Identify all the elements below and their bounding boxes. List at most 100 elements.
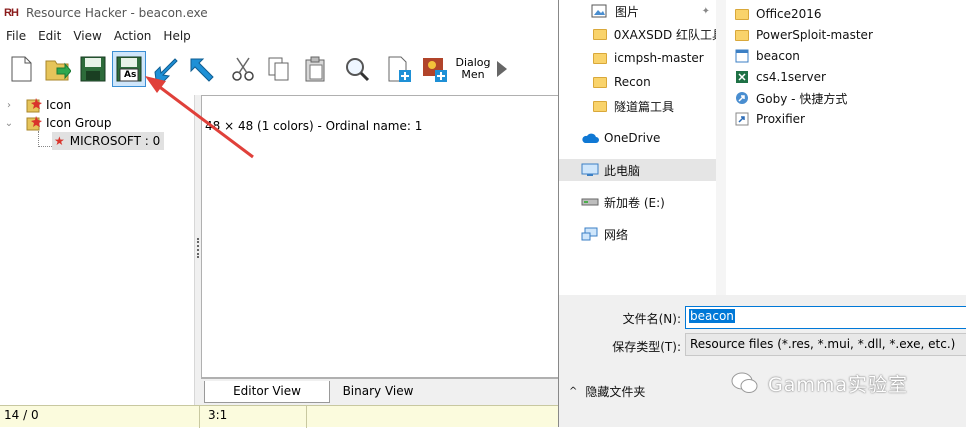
expand-arrow-icon[interactable]: › — [4, 100, 14, 111]
navigation-pane: 图片 ✦ 0XAXSDD 红队工具 icmpsh-master Recon 隧道… — [559, 0, 716, 295]
hide-folders-label: 隐藏文件夹 — [585, 385, 646, 399]
play-icon — [497, 61, 507, 77]
file-item-goby[interactable]: Goby - 快捷方式 — [735, 88, 847, 108]
nav-item-drive-e[interactable]: 新加卷 (E:) — [559, 191, 716, 213]
tab-editor-view[interactable]: Editor View — [204, 381, 330, 403]
tree-connector — [38, 131, 39, 147]
nav-item-label: 0XAXSDD 红队工具 — [613, 27, 716, 42]
dialog-menu-line2: Men — [461, 68, 485, 81]
nav-item-recon[interactable]: Recon — [559, 71, 716, 93]
editor-pane: 48 × 48 (1 colors) - Ordinal name: 1 — [201, 95, 560, 378]
menu-edit[interactable]: Edit — [32, 26, 67, 46]
menu-help[interactable]: Help — [157, 26, 196, 46]
file-item-label: cs4.1server — [756, 70, 826, 84]
filetype-select[interactable]: Resource files (*.res, *.mui, *.dll, *.e… — [685, 333, 966, 356]
file-item-label: Office2016 — [756, 7, 822, 21]
menu-action[interactable]: Action — [108, 26, 158, 46]
folder-icon — [593, 52, 607, 64]
drive-icon — [581, 198, 599, 206]
file-item-office2016[interactable]: Office2016 — [735, 4, 822, 24]
save-icon — [80, 56, 106, 82]
copy-button[interactable] — [262, 51, 296, 87]
filename-input[interactable]: beacon — [685, 306, 966, 329]
export-button[interactable] — [184, 51, 218, 87]
shortcut-icon — [735, 112, 749, 126]
window-title: Resource Hacker - beacon.exe — [26, 5, 208, 20]
file-item-label: PowerSploit-master — [756, 28, 873, 42]
file-item-label: Goby - 快捷方式 — [756, 91, 848, 106]
filetype-label: 保存类型(T): — [612, 340, 681, 354]
file-icon — [735, 49, 749, 63]
collapse-arrow-icon[interactable]: ⌄ — [4, 118, 14, 129]
filename-value: beacon — [689, 309, 735, 323]
watermark: Gamma实验室 — [730, 368, 966, 398]
nav-scrollbar[interactable] — [716, 0, 726, 295]
resource-folder-icon — [26, 98, 42, 113]
open-folder-icon — [45, 60, 71, 81]
save-button[interactable] — [76, 51, 110, 87]
nav-item-label: OneDrive — [604, 131, 661, 145]
nav-item-pictures[interactable]: 图片 ✦ — [559, 0, 716, 22]
add-image-resource-button[interactable] — [418, 51, 452, 87]
save-as-button[interactable]: As — [112, 51, 146, 87]
tree-item-icon[interactable]: › Icon — [4, 96, 71, 114]
resource-folder-icon — [26, 116, 42, 131]
pictures-icon — [591, 4, 607, 18]
file-item-beacon[interactable]: beacon — [735, 46, 800, 66]
computer-icon — [581, 163, 599, 176]
new-file-button[interactable] — [4, 51, 38, 87]
menu-view[interactable]: View — [67, 26, 107, 46]
tree-item-icon-group[interactable]: ⌄ Icon Group — [4, 114, 111, 132]
folder-icon — [593, 100, 607, 112]
nav-item-label: Recon — [614, 75, 651, 89]
folder-icon — [593, 76, 607, 88]
pin-icon[interactable]: ✦ — [702, 6, 710, 17]
file-item-cs41server[interactable]: cs4.1server — [735, 67, 826, 87]
nav-item-network[interactable]: 网络 — [559, 223, 716, 245]
dialog-bottom-panel: 文件名(N): beacon 保存类型(T): Resource files (… — [559, 295, 966, 427]
folder-icon — [735, 29, 749, 41]
save-as-label: As — [124, 70, 137, 80]
tree-item-microsoft[interactable]: ★ MICROSOFT : 0 — [52, 132, 165, 150]
nav-item-icmpsh[interactable]: icmpsh-master — [559, 47, 716, 69]
paste-button[interactable] — [298, 51, 332, 87]
magnifier-icon — [346, 58, 370, 82]
nav-item-label: 此电脑 — [604, 163, 641, 178]
cut-button[interactable] — [226, 51, 260, 87]
star-icon: ★ — [54, 134, 65, 148]
filename-label: 文件名(N): — [622, 312, 681, 326]
dialog-menu-button[interactable]: Dialog Men — [454, 51, 492, 87]
file-item-proxifier[interactable]: Proxifier — [735, 109, 805, 129]
file-item-label: Proxifier — [756, 112, 805, 126]
open-file-button[interactable] — [40, 51, 74, 87]
nav-item-onedrive[interactable]: OneDrive — [559, 127, 716, 149]
nav-item-label: 新加卷 (E:) — [604, 195, 665, 210]
nav-item-redteam[interactable]: 0XAXSDD 红队工具 — [559, 23, 716, 45]
hide-folders-toggle[interactable]: ^ 隐藏文件夹 — [569, 383, 645, 400]
file-item-powersploit[interactable]: PowerSploit-master — [735, 25, 873, 45]
nav-item-tunnel-tools[interactable]: 隧道篇工具 — [559, 95, 716, 117]
status-divider — [306, 406, 307, 428]
paste-icon — [305, 56, 325, 82]
import-button[interactable] — [148, 51, 182, 87]
resource-tree: › Icon ⌄ Icon Group ★ MICROSOFT : 0 — [0, 95, 195, 405]
add-blank-resource-button[interactable] — [382, 51, 416, 87]
watermark-text: Gamma实验室 — [768, 373, 909, 396]
find-button[interactable] — [340, 51, 374, 87]
app-logo: RH — [4, 6, 19, 19]
status-divider — [199, 406, 200, 428]
menu-file[interactable]: File — [0, 26, 32, 46]
folder-icon — [735, 8, 749, 20]
nav-item-this-pc[interactable]: 此电脑 — [559, 159, 716, 181]
splitter-grip-icon — [197, 238, 199, 258]
new-file-icon — [11, 56, 32, 82]
tree-item-label: MICROSOFT : 0 — [69, 134, 161, 148]
status-position: 14 / 0 — [4, 408, 39, 422]
nav-item-label: 图片 — [615, 4, 640, 19]
status-bar: 14 / 0 3:1 — [0, 405, 560, 428]
tab-binary-view[interactable]: Binary View — [333, 381, 423, 403]
nav-item-label: 隧道篇工具 — [614, 99, 675, 114]
arrow-up-left-icon — [190, 58, 214, 82]
tree-selected-item[interactable]: ★ MICROSOFT : 0 — [52, 132, 165, 150]
play-button[interactable] — [494, 51, 510, 87]
